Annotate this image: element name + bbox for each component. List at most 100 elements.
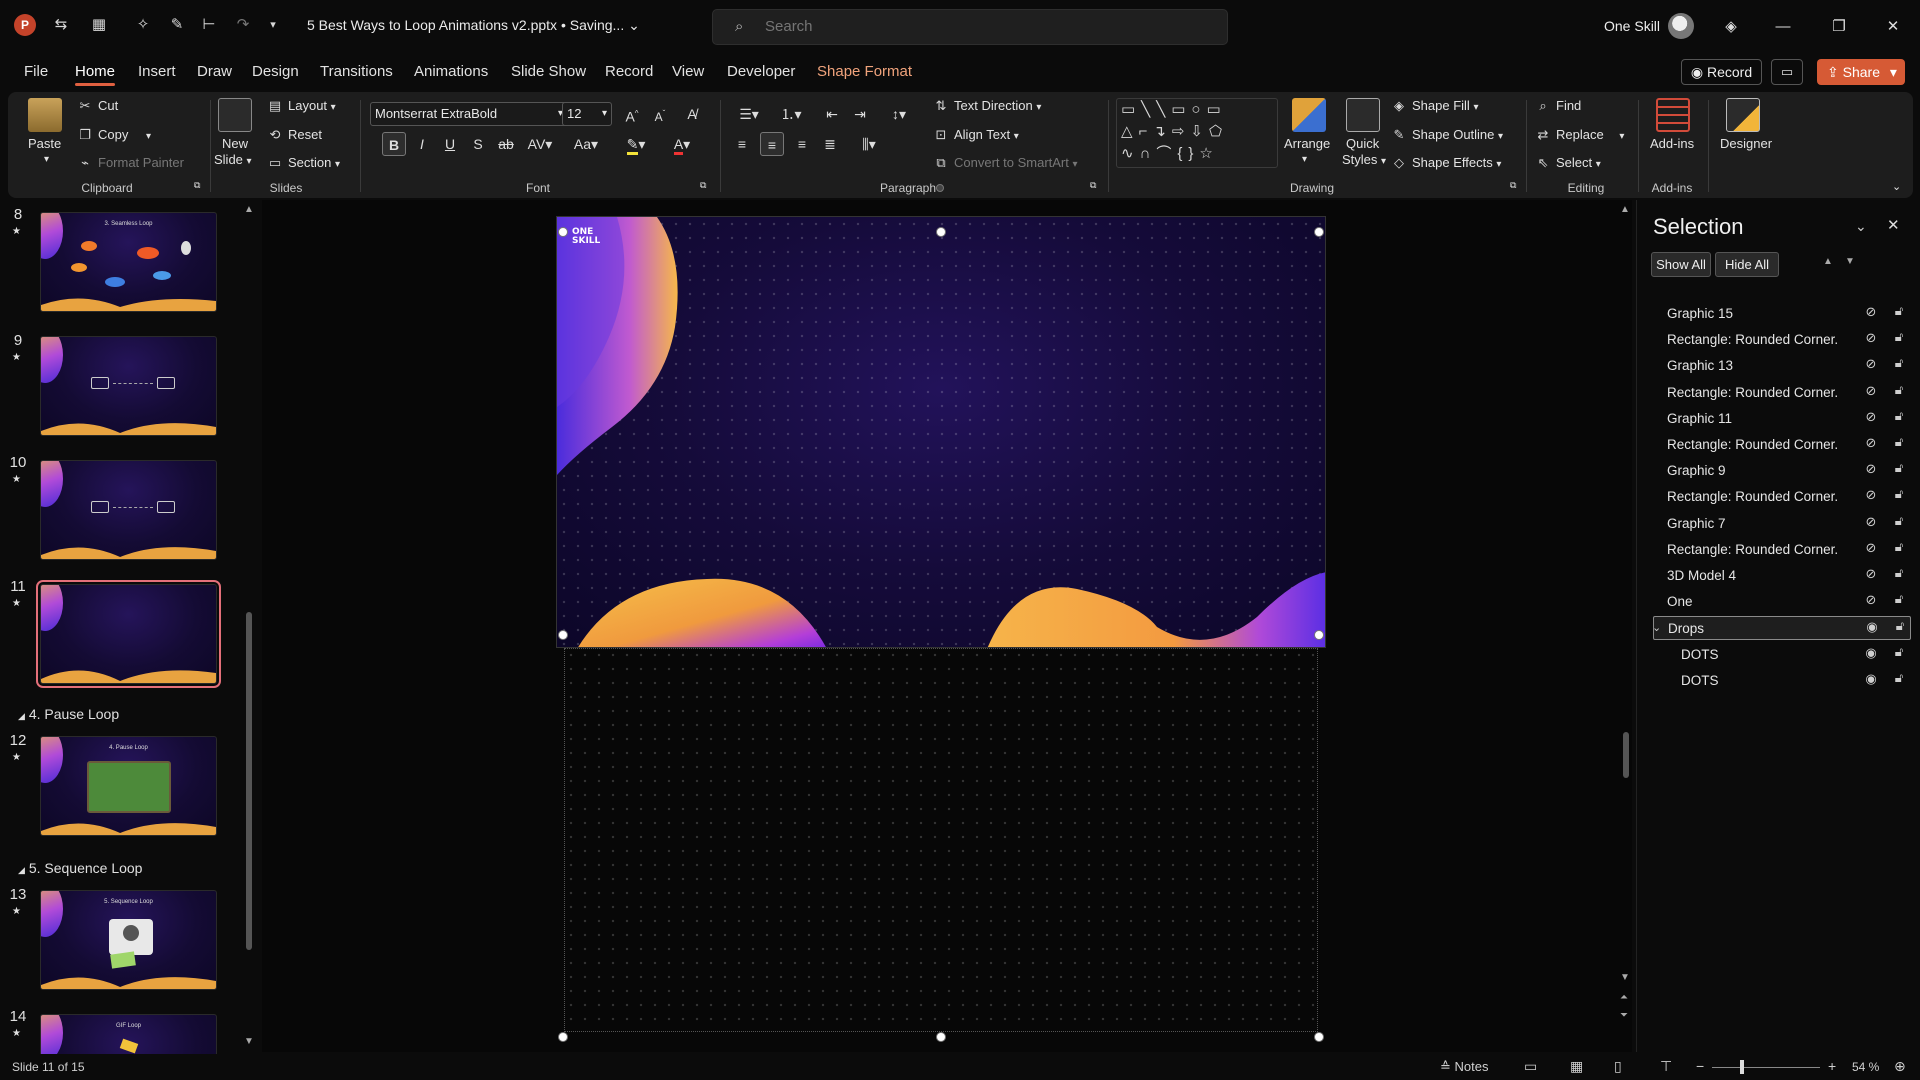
new-slide-label[interactable]: Slide ▾ — [214, 152, 252, 167]
selection-item[interactable]: DOTS ◉ 🔓︎ — [1653, 643, 1911, 667]
normal-view-icon[interactable]: ▭ — [1524, 1058, 1537, 1075]
reset-button[interactable]: ⟲ Reset — [266, 127, 322, 143]
align-center-icon[interactable]: ≡ — [760, 132, 784, 156]
paste-button[interactable]: Paste — [28, 136, 61, 151]
section-header-pause-loop[interactable]: ◢ 4. Pause Loop — [18, 706, 119, 722]
align-left-icon[interactable]: ≡ — [730, 132, 754, 156]
animation-icon[interactable]: ✧ — [132, 14, 154, 36]
eye-hidden-icon[interactable]: ⊘ — [1861, 304, 1881, 324]
paste-dropdown-icon[interactable]: ▾ — [44, 154, 49, 165]
resize-handle-top-left[interactable] — [558, 227, 568, 237]
eye-hidden-icon[interactable]: ⊘ — [1861, 514, 1881, 534]
clipboard-launcher-icon[interactable]: ⧉ — [194, 180, 200, 191]
tab-slide-show[interactable]: Slide Show — [511, 63, 586, 80]
zoom-slider-thumb[interactable] — [1740, 1060, 1744, 1074]
rotate-handle[interactable] — [936, 184, 944, 192]
change-case-icon[interactable]: Aa▾ — [568, 132, 604, 156]
pen-icon[interactable]: ✎ — [166, 14, 188, 36]
font-launcher-icon[interactable]: ⧉ — [700, 180, 706, 191]
shape-effects-button[interactable]: ◇ Shape Effects ▾ — [1390, 155, 1501, 171]
selection-item[interactable]: Graphic 7 ⊘ 🔓︎ — [1653, 512, 1911, 536]
autosave-icon[interactable]: ⇆ — [50, 14, 72, 36]
resize-handle-bottom-right[interactable] — [1314, 1032, 1324, 1042]
unlock-icon[interactable]: 🔓︎ — [1889, 383, 1909, 403]
unlock-icon[interactable]: 🔓︎ — [1889, 435, 1909, 455]
quick-styles-label[interactable]: Styles ▾ — [1342, 152, 1386, 167]
line-spacing-icon[interactable]: ↕▾ — [880, 102, 918, 126]
unlock-icon[interactable]: 🔓︎ — [1889, 592, 1909, 612]
eye-hidden-icon[interactable]: ⊘ — [1861, 566, 1881, 586]
canvas-scroll-down-icon[interactable]: ▼ — [1620, 972, 1630, 983]
unlock-icon[interactable]: 🔓︎ — [1889, 645, 1909, 665]
minimize-icon[interactable]: — — [1768, 14, 1798, 40]
text-direction-button[interactable]: ⇅ Text Direction ▾ — [932, 98, 1042, 114]
tab-transitions[interactable]: Transitions — [320, 63, 393, 80]
unlock-icon[interactable]: 🔓︎ — [1889, 487, 1909, 507]
eye-hidden-icon[interactable]: ⊘ — [1861, 487, 1881, 507]
user-name[interactable]: One Skill — [1604, 18, 1660, 34]
section-header-sequence-loop[interactable]: ◢ 5. Sequence Loop — [18, 860, 142, 876]
slideshow-qat-icon[interactable]: ⊢ — [198, 14, 220, 36]
document-title[interactable]: 5 Best Ways to Loop Animations v2.pptx •… — [307, 17, 640, 34]
resize-handle-bottom-left[interactable] — [558, 1032, 568, 1042]
justify-icon[interactable]: ≣ — [818, 132, 842, 156]
character-spacing-icon[interactable]: AV▾ — [522, 132, 558, 156]
close-icon[interactable]: ✕ — [1878, 14, 1908, 40]
unlock-icon[interactable]: 🔓︎ — [1889, 514, 1909, 534]
tab-design[interactable]: Design — [252, 63, 299, 80]
canvas-scrollbar[interactable] — [1623, 732, 1629, 778]
decrease-font-icon[interactable]: Aˇ — [648, 102, 672, 126]
selection-item[interactable]: Graphic 11 ⊘ 🔓︎ — [1653, 407, 1911, 431]
drawing-launcher-icon[interactable]: ⧉ — [1510, 180, 1516, 191]
eye-hidden-icon[interactable]: ⊘ — [1861, 435, 1881, 455]
unlock-icon[interactable]: 🔓︎ — [1889, 461, 1909, 481]
resize-handle-top[interactable] — [936, 227, 946, 237]
text-shadow-icon[interactable]: S — [466, 132, 490, 156]
bullets-icon[interactable]: ☰▾ — [730, 102, 768, 126]
shapes-gallery[interactable]: ▭╲╲▭○▭ △⌐↴⇨⇩⬠ ∿∩⌒{}☆ — [1116, 98, 1278, 168]
selection-item[interactable]: Graphic 9 ⊘ 🔓︎ — [1653, 459, 1911, 483]
format-painter-button[interactable]: ⌁ Format Painter — [76, 155, 184, 171]
tab-file[interactable]: File — [24, 63, 48, 80]
tab-record[interactable]: Record — [605, 63, 653, 80]
selection-item[interactable]: Rectangle: Rounded Corner... ⊘ 🔓︎ — [1653, 381, 1911, 405]
underline-icon[interactable]: U — [438, 132, 462, 156]
close-pane-icon[interactable]: ✕ — [1887, 216, 1900, 234]
shape-outline-button[interactable]: ✎ Shape Outline ▾ — [1390, 127, 1504, 143]
redo-icon[interactable]: ↷ — [232, 14, 254, 36]
thumbnail-scrollbar[interactable] — [246, 612, 252, 950]
hide-all-button[interactable]: Hide All — [1715, 252, 1779, 277]
font-size-select[interactable]: 12 ▾ — [562, 102, 612, 126]
addins-button[interactable]: Add-ins — [1650, 136, 1694, 151]
unlock-icon[interactable]: 🔓︎ — [1889, 566, 1909, 586]
notes-button[interactable]: ≙ Notes — [1440, 1059, 1489, 1075]
record-button[interactable]: ◉ Record — [1681, 59, 1762, 85]
premium-diamond-icon[interactable]: ◈ — [1716, 14, 1746, 40]
zoom-slider-track[interactable] — [1712, 1067, 1820, 1068]
tab-home[interactable]: Home — [75, 63, 116, 86]
slide-thumbnail-10[interactable] — [40, 460, 217, 560]
decrease-indent-icon[interactable]: ⇤ — [820, 102, 844, 126]
eye-icon[interactable]: ◉ — [1862, 619, 1882, 639]
cut-button[interactable]: ✂ Cut — [76, 98, 119, 114]
tab-animations[interactable]: Animations — [414, 63, 488, 80]
quick-styles-button[interactable]: Quick — [1346, 136, 1379, 151]
collapse-ribbon-icon[interactable]: ⌄ — [1892, 180, 1901, 193]
selection-item[interactable]: Graphic 15 ⊘ 🔓︎ — [1653, 302, 1911, 326]
arrange-button[interactable]: Arrange — [1284, 136, 1330, 151]
reading-view-icon[interactable]: ▯ — [1614, 1058, 1622, 1075]
numbering-icon[interactable]: ⒈▾ — [772, 102, 810, 126]
find-button[interactable]: ⌕ Find — [1534, 98, 1581, 114]
scroll-down-icon[interactable]: ▼ — [244, 1036, 254, 1047]
increase-indent-icon[interactable]: ⇥ — [848, 102, 872, 126]
section-button[interactable]: ▭ Section ▾ — [266, 155, 340, 171]
drops-graphic[interactable] — [557, 217, 1326, 648]
selection-item[interactable]: Rectangle: Rounded Corner... ⊘ 🔓︎ — [1653, 538, 1911, 562]
slide-thumbnail-8[interactable]: 3. Seamless Loop — [40, 212, 217, 312]
resize-handle-bottom[interactable] — [936, 1032, 946, 1042]
unlock-icon[interactable]: 🔓︎ — [1890, 619, 1910, 639]
resize-handle-right[interactable] — [1314, 630, 1324, 640]
tab-shape-format[interactable]: Shape Format — [817, 63, 912, 80]
bold-icon[interactable]: B — [382, 132, 406, 156]
zoom-level[interactable]: 54 % — [1852, 1060, 1879, 1074]
